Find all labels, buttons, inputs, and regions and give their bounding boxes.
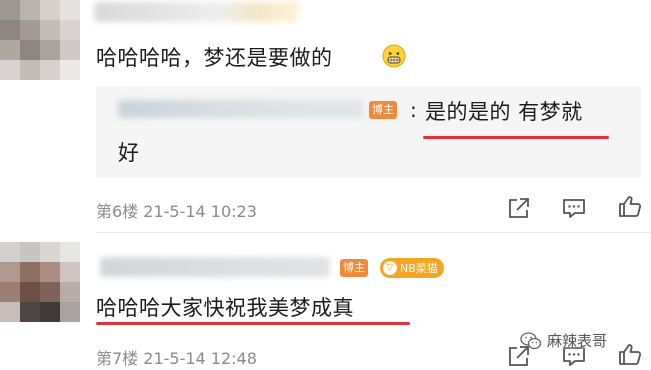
avatar[interactable] xyxy=(0,0,80,80)
comment-meta: 第6楼 21-5-14 10:23 xyxy=(96,202,257,221)
share-icon[interactable] xyxy=(506,196,532,220)
reply-colon: : xyxy=(410,98,417,122)
like-icon[interactable] xyxy=(617,194,643,218)
fan-badge-label: NB菜猫 xyxy=(400,262,438,275)
fan-badge-icon: ▽ xyxy=(383,261,397,275)
watermark: 麻辣表哥 xyxy=(520,330,607,351)
grinning-face-icon xyxy=(382,44,406,68)
comment-text: 哈哈哈大家快祝我美梦成真 xyxy=(96,296,354,320)
comment-meta: 第7楼 21-5-14 12:48 xyxy=(96,349,257,368)
comment-icon[interactable] xyxy=(561,196,587,220)
like-icon[interactable] xyxy=(617,342,643,366)
avatar[interactable] xyxy=(0,242,80,322)
watermark-text: 麻辣表哥 xyxy=(547,332,608,350)
reply-text-line2: 好 xyxy=(118,141,139,165)
red-underline xyxy=(96,322,410,325)
username-blurred[interactable] xyxy=(100,257,330,277)
blogger-badge: 博主 xyxy=(340,259,368,277)
blogger-badge: 博主 xyxy=(369,101,397,119)
fan-badge: ▽ NB菜猫 xyxy=(380,258,444,278)
reply-text-line1: 是的是的 有梦就 xyxy=(425,100,583,124)
divider xyxy=(96,232,651,233)
wechat-logo-icon xyxy=(520,331,542,349)
comment-text: 哈哈哈哈，梦还是要做的 xyxy=(96,46,333,70)
red-underline xyxy=(423,136,609,139)
reply-username-blurred[interactable] xyxy=(118,100,363,118)
username-blurred[interactable] xyxy=(94,2,299,22)
